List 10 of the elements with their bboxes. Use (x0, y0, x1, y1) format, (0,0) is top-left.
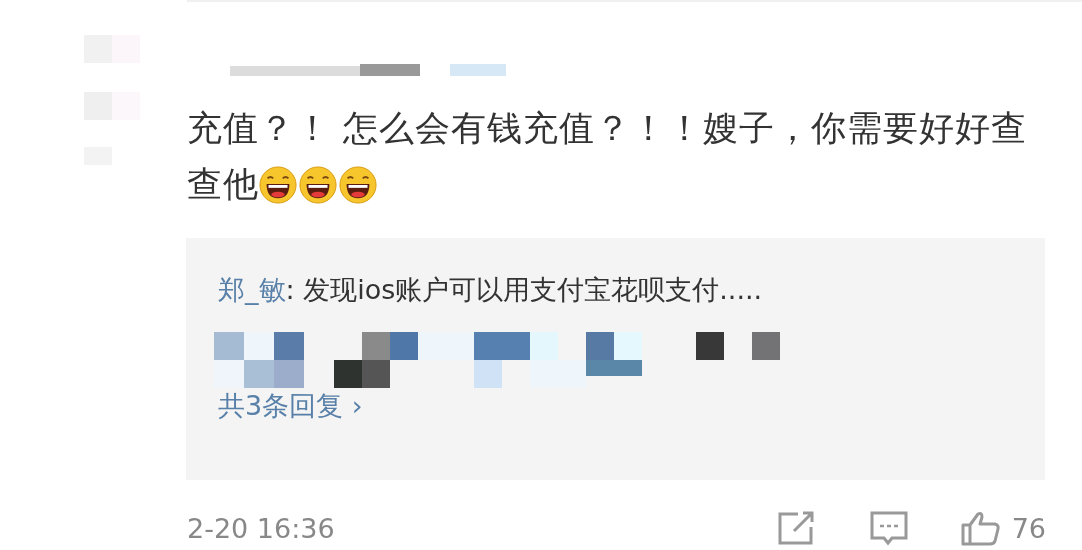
more-replies-link[interactable]: 共3条回复 › (218, 388, 363, 424)
laughing-emoji-icon (259, 166, 297, 204)
laughing-emoji-icon (299, 166, 337, 204)
comment-text: 充值？！ 怎么会有钱充值？！！嫂子，你需要好好查查他 (187, 107, 1029, 206)
timestamp: 2-20 16:36 (187, 512, 336, 544)
thumbs-up-icon[interactable] (959, 510, 1002, 546)
author-link[interactable]: 郑_敏 (218, 274, 286, 305)
laughing-emoji-icon (339, 166, 377, 204)
reply-preview: 郑_敏: 发现ios账户可以用支付宝花呗支付..... (218, 273, 764, 307)
like-count: 76 (1011, 512, 1046, 544)
